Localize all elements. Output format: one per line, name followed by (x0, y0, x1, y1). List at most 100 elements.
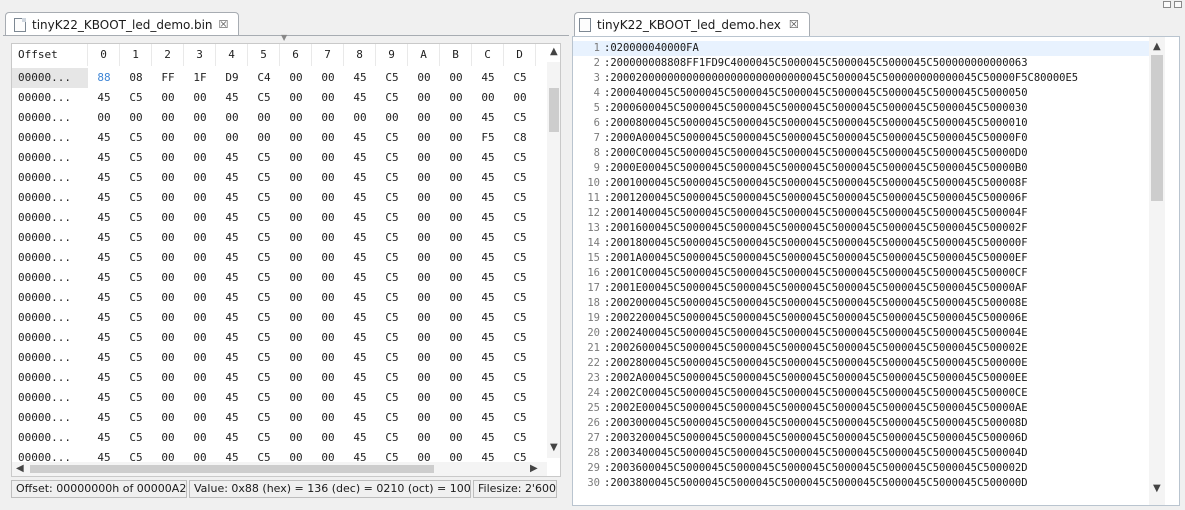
hex-byte-cell[interactable]: 00 (184, 128, 216, 148)
hex-byte-cell[interactable]: 00 (440, 268, 472, 288)
hex-byte-cell[interactable]: 45 (472, 108, 504, 128)
hex-byte-cell[interactable]: 00 (408, 428, 440, 448)
hex-byte-cell[interactable]: 45 (88, 288, 120, 308)
hex-byte-cell[interactable]: 45 (344, 368, 376, 388)
hex-byte-cell[interactable]: 00 (312, 228, 344, 248)
hex-byte-cell[interactable]: 45 (472, 388, 504, 408)
hex-byte-cell[interactable]: 45 (472, 428, 504, 448)
hex-byte-cell[interactable]: C5 (120, 388, 152, 408)
hex-byte-cell[interactable]: 00 (408, 308, 440, 328)
hex-byte-cell[interactable]: 00 (312, 328, 344, 348)
hex-byte-cell[interactable]: 45 (216, 248, 248, 268)
hex-byte-cell[interactable]: 00 (440, 368, 472, 388)
hex-byte-cell[interactable]: 00 (152, 168, 184, 188)
hex-byte-cell[interactable]: C5 (504, 68, 536, 88)
hex-byte-cell[interactable]: C5 (376, 68, 408, 88)
hex-byte-cell[interactable]: 00 (312, 368, 344, 388)
hex-byte-cell[interactable]: C5 (120, 188, 152, 208)
hex-byte-cell[interactable]: 00 (184, 88, 216, 108)
hex-byte-cell[interactable]: 00 (152, 388, 184, 408)
hex-byte-cell[interactable]: 45 (88, 208, 120, 228)
hex-byte-cell[interactable]: 00 (152, 368, 184, 388)
hex-byte-cell[interactable]: FF (152, 68, 184, 88)
hex-byte-cell[interactable]: 00 (408, 68, 440, 88)
hex-byte-cell[interactable]: 00 (312, 428, 344, 448)
hex-byte-cell[interactable]: 00 (312, 188, 344, 208)
hex-byte-cell[interactable]: 00 (440, 128, 472, 148)
hex-byte-cell[interactable]: 45 (216, 88, 248, 108)
vertical-scrollbar[interactable]: ▲ ▼ (547, 46, 560, 458)
hex-byte-cell[interactable]: 00 (440, 428, 472, 448)
hex-byte-cell[interactable]: C5 (504, 408, 536, 428)
hex-byte-cell[interactable]: C5 (504, 208, 536, 228)
hex-byte-cell[interactable]: 00 (152, 428, 184, 448)
hex-byte-cell[interactable]: 00 (504, 88, 536, 108)
vertical-scrollbar[interactable]: ▲ ▼ (1149, 37, 1165, 505)
hex-byte-cell[interactable]: 00 (440, 248, 472, 268)
hex-byte-cell[interactable]: 45 (472, 268, 504, 288)
hex-byte-cell[interactable]: 45 (344, 408, 376, 428)
hex-byte-cell[interactable]: C5 (248, 388, 280, 408)
hex-byte-cell[interactable]: 45 (88, 328, 120, 348)
hex-byte-cell[interactable]: 00 (152, 348, 184, 368)
hex-byte-cell[interactable]: 00 (248, 108, 280, 128)
hex-byte-cell[interactable]: 1F (184, 68, 216, 88)
hex-byte-cell[interactable]: C5 (376, 408, 408, 428)
hex-byte-cell[interactable]: 45 (344, 168, 376, 188)
hex-byte-cell[interactable]: 00 (280, 108, 312, 128)
hex-byte-cell[interactable]: 00 (184, 408, 216, 428)
hex-byte-cell[interactable]: C5 (248, 288, 280, 308)
hex-byte-cell[interactable]: 45 (472, 68, 504, 88)
hex-byte-cell[interactable]: 45 (216, 148, 248, 168)
scroll-down-icon[interactable]: ▼ (550, 442, 558, 454)
hex-byte-cell[interactable]: C5 (248, 228, 280, 248)
hex-byte-cell[interactable]: 00 (312, 88, 344, 108)
hex-byte-cell[interactable]: C5 (504, 428, 536, 448)
hex-byte-cell[interactable]: 45 (344, 328, 376, 348)
hex-byte-cell[interactable]: 00 (152, 188, 184, 208)
hex-byte-cell[interactable]: C5 (120, 348, 152, 368)
hex-byte-cell[interactable]: 45 (472, 188, 504, 208)
hex-byte-cell[interactable]: C5 (120, 288, 152, 308)
hex-byte-cell[interactable]: 00 (280, 408, 312, 428)
hex-byte-cell[interactable]: C5 (248, 428, 280, 448)
scroll-right-icon[interactable]: ▶ (530, 463, 538, 475)
hex-byte-cell[interactable]: 00 (184, 188, 216, 208)
hex-byte-cell[interactable]: 45 (472, 308, 504, 328)
hex-byte-cell[interactable]: 00 (280, 348, 312, 368)
hex-byte-cell[interactable]: 00 (184, 208, 216, 228)
hex-byte-cell[interactable]: 00 (184, 168, 216, 188)
hex-byte-cell[interactable]: D9 (216, 68, 248, 88)
hex-byte-cell[interactable]: 00 (440, 308, 472, 328)
hex-byte-cell[interactable]: C5 (376, 308, 408, 328)
hex-byte-cell[interactable]: 00 (408, 328, 440, 348)
hex-byte-cell[interactable]: 00 (152, 268, 184, 288)
hex-byte-cell[interactable]: 00 (280, 68, 312, 88)
hex-byte-cell[interactable]: 00 (408, 208, 440, 228)
maximize-icon[interactable] (1174, 1, 1182, 8)
hex-byte-cell[interactable]: C5 (504, 308, 536, 328)
scroll-left-icon[interactable]: ◀ (16, 463, 24, 475)
hex-byte-cell[interactable]: 00 (280, 228, 312, 248)
hex-byte-cell[interactable]: 00 (280, 428, 312, 448)
hex-byte-cell[interactable]: 00 (408, 148, 440, 168)
hex-byte-cell[interactable]: 45 (216, 348, 248, 368)
hex-byte-cell[interactable]: C5 (120, 248, 152, 268)
hex-byte-cell[interactable]: 45 (88, 268, 120, 288)
hex-byte-cell[interactable]: 00 (440, 288, 472, 308)
hex-byte-cell[interactable]: C5 (248, 408, 280, 428)
hex-byte-cell[interactable]: 00 (312, 348, 344, 368)
hex-byte-cell[interactable]: 00 (312, 148, 344, 168)
hex-byte-cell[interactable]: C5 (248, 188, 280, 208)
hex-byte-cell[interactable]: 00 (280, 328, 312, 348)
hex-byte-cell[interactable]: 00 (280, 88, 312, 108)
hex-byte-cell[interactable]: C5 (248, 308, 280, 328)
hex-byte-cell[interactable]: 00 (280, 128, 312, 148)
hex-byte-cell[interactable]: 00 (408, 368, 440, 388)
hex-byte-cell[interactable]: 00 (152, 248, 184, 268)
hex-byte-cell[interactable]: C5 (248, 348, 280, 368)
hex-byte-cell[interactable]: 00 (152, 328, 184, 348)
hex-byte-cell[interactable]: 45 (344, 68, 376, 88)
hex-byte-cell[interactable]: 00 (184, 108, 216, 128)
hex-byte-cell[interactable]: 45 (344, 428, 376, 448)
